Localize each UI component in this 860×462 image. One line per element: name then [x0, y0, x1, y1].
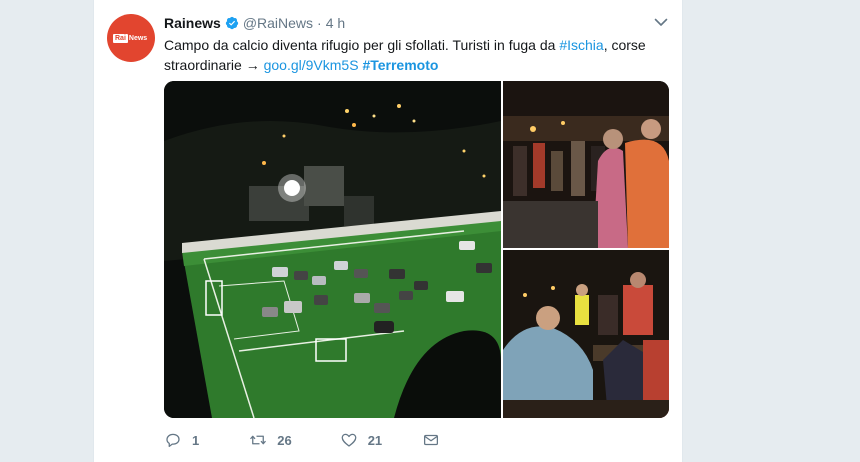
- author-name[interactable]: Rainews: [164, 15, 221, 31]
- like-button[interactable]: 21: [340, 431, 382, 449]
- like-icon: [341, 433, 357, 447]
- hashtag-ischia[interactable]: #Ischia: [559, 37, 603, 53]
- tweet-actions: 1 26 21: [164, 430, 440, 450]
- header-separator: ·: [317, 15, 322, 31]
- tweet-link[interactable]: goo.gl/9Vkm5S: [264, 57, 359, 73]
- avatar[interactable]: Rai News: [107, 14, 155, 62]
- media-grid: [164, 81, 669, 418]
- like-count: 21: [367, 432, 383, 448]
- photo-football-field[interactable]: [164, 81, 501, 418]
- tweet-card: Rai News Rainews @RaiNews · 4 h Campo da…: [93, 0, 683, 462]
- photo-crowd-night[interactable]: [503, 81, 669, 248]
- reply-button[interactable]: 1: [164, 431, 199, 449]
- retweet-count: 26: [277, 432, 292, 448]
- direct-message-button[interactable]: [422, 431, 440, 449]
- hashtag-terremoto[interactable]: #Terremoto: [362, 57, 438, 73]
- retweet-icon: [250, 435, 267, 445]
- retweet-button[interactable]: 26: [249, 431, 292, 449]
- logo-news-text: News: [128, 34, 148, 42]
- chevron-down-icon[interactable]: [653, 14, 669, 30]
- photo-people-waiting[interactable]: [503, 250, 669, 418]
- reply-count: 1: [192, 432, 200, 448]
- reply-icon: [166, 433, 180, 448]
- verified-badge-icon: [225, 16, 238, 30]
- author-handle[interactable]: @RaiNews: [243, 15, 313, 31]
- timestamp[interactable]: 4 h: [326, 15, 345, 31]
- logo-rai-text: Rai: [113, 33, 128, 43]
- tweet-header: Rainews @RaiNews · 4 h: [164, 14, 345, 32]
- tweet-text-part-1: Campo da calcio diventa rifugio per gli …: [164, 37, 560, 53]
- media-divider-horizontal: [503, 248, 669, 250]
- rainews-logo: Rai News: [113, 31, 147, 45]
- direct-message-icon: [424, 434, 439, 446]
- tweet-text: Campo da calcio diventa rifugio per gli …: [164, 35, 664, 75]
